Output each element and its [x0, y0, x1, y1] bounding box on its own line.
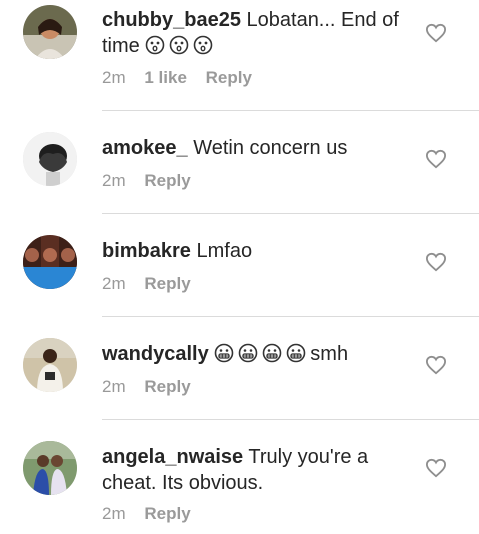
reply-button[interactable]: Reply [144, 274, 190, 294]
grimacing-face-icon [238, 343, 258, 363]
divider [102, 110, 479, 111]
reply-button[interactable]: Reply [144, 377, 190, 397]
comment-body: Wetin concern us [193, 137, 348, 159]
comment-meta: 2m Reply [102, 171, 205, 191]
grimacing-face-icon [214, 343, 234, 363]
avatar[interactable] [23, 441, 77, 495]
grimacing-face-icon [286, 343, 306, 363]
heart-outline-icon[interactable] [425, 252, 447, 272]
comment-meta: 2m 1 like Reply [102, 68, 266, 88]
astonished-face-icon [145, 35, 165, 55]
astonished-face-icon [193, 35, 213, 55]
astonished-face-icon [169, 35, 189, 55]
username[interactable]: chubby_bae25 [102, 9, 241, 31]
comment-body: smh [310, 343, 349, 365]
comment-text: bimbakre Lmfao [102, 238, 407, 264]
heart-outline-icon[interactable] [425, 355, 447, 375]
avatar[interactable] [23, 235, 77, 289]
timestamp: 2m [102, 274, 126, 293]
avatar[interactable] [23, 338, 77, 392]
reply-button[interactable]: Reply [206, 68, 252, 88]
username[interactable]: angela_nwaise [102, 446, 243, 468]
comment-meta: 2m Reply [102, 274, 205, 294]
likes-count[interactable]: 1 like [144, 68, 187, 88]
timestamp: 2m [102, 504, 126, 523]
divider [102, 419, 479, 420]
timestamp: 2m [102, 377, 126, 396]
reply-button[interactable]: Reply [144, 504, 190, 524]
divider [102, 213, 479, 214]
comment-meta: 2m Reply [102, 377, 205, 397]
comment-meta: 2m Reply [102, 504, 205, 524]
comment-text: amokee_ Wetin concern us [102, 135, 407, 161]
username[interactable]: bimbakre [102, 240, 191, 262]
grimacing-face-icon [262, 343, 282, 363]
avatar[interactable] [23, 132, 77, 186]
comment-body: Lmfao [196, 240, 253, 262]
comment-text: chubby_bae25 Lobatan... End of time [102, 7, 407, 59]
avatar[interactable] [23, 5, 77, 59]
reply-button[interactable]: Reply [144, 171, 190, 191]
divider [102, 316, 479, 317]
heart-outline-icon[interactable] [425, 23, 447, 43]
heart-outline-icon[interactable] [425, 149, 447, 169]
heart-outline-icon[interactable] [425, 458, 447, 478]
comment-text: wandycally smh [102, 341, 407, 367]
timestamp: 2m [102, 171, 126, 190]
comment-text: angela_nwaise Truly you're a cheat. Its … [102, 444, 407, 496]
username[interactable]: amokee_ [102, 137, 188, 159]
username[interactable]: wandycally [102, 343, 209, 365]
timestamp: 2m [102, 68, 126, 87]
